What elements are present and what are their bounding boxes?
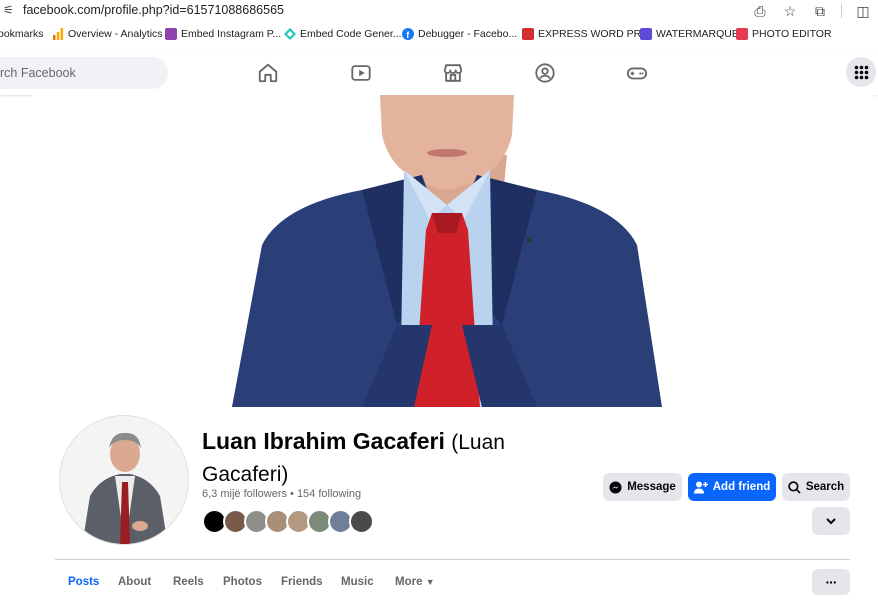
bookmark-item-watermarque[interactable]: WATERMARQUE bbox=[640, 28, 739, 40]
add-friend-icon bbox=[693, 481, 708, 493]
url-text[interactable]: facebook.com/profile.php?id=615710886865… bbox=[23, 3, 284, 17]
extensions-icon[interactable]: ⧉ bbox=[805, 3, 835, 20]
bookmark-item-all[interactable]: ookmarks bbox=[0, 28, 44, 40]
tab-reels[interactable]: Reels bbox=[173, 576, 204, 588]
caret-down-icon: ▼ bbox=[425, 577, 435, 587]
cover-portrait-image bbox=[32, 95, 874, 407]
follower-stats[interactable]: 6,3 mijë followers • 154 following bbox=[202, 488, 361, 500]
bookmark-item-express-word[interactable]: EXPRESS WORD PR... bbox=[522, 28, 650, 40]
profile-name-block: Luan Ibrahim Gacaferi (Luan Gacaferi) bbox=[202, 426, 562, 490]
bookmark-label: PHOTO EDITOR bbox=[752, 28, 832, 40]
bookmark-label: WATERMARQUE bbox=[656, 28, 739, 40]
search-icon bbox=[788, 480, 801, 494]
grid-menu-icon bbox=[854, 65, 868, 79]
add-friend-label: Add friend bbox=[712, 481, 771, 493]
bookmark-label: Overview - Analytics bbox=[68, 28, 163, 40]
bookmark-item-embed-instagram[interactable]: Embed Instagram P... bbox=[165, 28, 281, 40]
home-icon[interactable] bbox=[257, 62, 279, 84]
message-label: Message bbox=[627, 481, 676, 493]
more-options-button[interactable]: ··· bbox=[812, 569, 850, 595]
gaming-icon[interactable] bbox=[626, 62, 648, 84]
bookmarks-bar: ookmarks Overview - Analytics Embed Inst… bbox=[0, 23, 878, 47]
facebook-icon: f bbox=[402, 28, 414, 40]
tab-friends[interactable]: Friends bbox=[281, 576, 323, 588]
profile-name: Luan Ibrahim Gacaferi bbox=[202, 428, 445, 454]
video-icon[interactable] bbox=[350, 62, 372, 84]
menu-button[interactable] bbox=[846, 57, 876, 87]
watermarque-icon bbox=[640, 28, 652, 40]
groups-icon[interactable] bbox=[534, 62, 556, 84]
bookmark-label: Debugger - Facebo... bbox=[418, 28, 518, 40]
facebook-top-nav bbox=[0, 50, 878, 95]
avatar-image bbox=[60, 416, 188, 544]
cover-photo[interactable] bbox=[32, 95, 874, 407]
photo-editor-icon bbox=[736, 28, 748, 40]
side-panel-icon[interactable]: ◫ bbox=[848, 3, 878, 20]
bookmark-label: EXPRESS WORD PR... bbox=[538, 28, 651, 40]
add-friend-button[interactable]: Add friend bbox=[688, 473, 776, 501]
tab-more[interactable]: More ▼ bbox=[395, 576, 435, 588]
tab-posts[interactable]: Posts bbox=[68, 576, 99, 588]
tab-more-label: More bbox=[395, 576, 423, 588]
marketplace-icon[interactable] bbox=[442, 62, 464, 84]
expand-button[interactable] bbox=[812, 507, 850, 535]
search-label: Search bbox=[805, 481, 845, 493]
bookmark-label: ookmarks bbox=[0, 28, 44, 40]
install-app-icon[interactable]: ⎙ bbox=[745, 3, 775, 20]
search-profile-button[interactable]: Search bbox=[782, 473, 850, 501]
analytics-icon bbox=[53, 28, 64, 40]
tab-photos[interactable]: Photos bbox=[223, 576, 262, 588]
tab-about[interactable]: About bbox=[118, 576, 151, 588]
search-input[interactable] bbox=[0, 57, 168, 89]
profile-divider bbox=[55, 559, 850, 560]
embed-instagram-icon bbox=[165, 28, 177, 40]
toolbar-divider bbox=[841, 4, 842, 18]
bookmark-item-photo-editor[interactable]: PHOTO EDITOR bbox=[736, 28, 832, 40]
bookmark-item-analytics[interactable]: Overview - Analytics bbox=[52, 28, 163, 40]
site-settings-icon[interactable]: ⚟ bbox=[3, 3, 14, 17]
ellipsis-icon: ··· bbox=[825, 574, 838, 590]
messenger-icon bbox=[609, 480, 622, 494]
bookmark-item-embed-code[interactable]: Embed Code Gener... bbox=[284, 28, 402, 40]
chevron-down-icon bbox=[826, 517, 836, 524]
search-box[interactable] bbox=[0, 57, 168, 89]
embed-code-icon bbox=[284, 28, 296, 40]
express-word-icon bbox=[522, 28, 534, 40]
message-button[interactable]: Message bbox=[603, 473, 682, 501]
friend-avatar[interactable] bbox=[349, 509, 374, 534]
bookmark-label: Embed Code Gener... bbox=[300, 28, 402, 40]
profile-avatar[interactable] bbox=[59, 415, 189, 545]
bookmark-star-icon[interactable]: ☆ bbox=[775, 3, 805, 20]
bookmark-label: Embed Instagram P... bbox=[181, 28, 282, 40]
tab-music[interactable]: Music bbox=[341, 576, 374, 588]
bookmark-item-debugger[interactable]: f Debugger - Facebo... bbox=[402, 28, 517, 40]
browser-address-bar: ⚟ facebook.com/profile.php?id=6157108868… bbox=[0, 0, 878, 22]
